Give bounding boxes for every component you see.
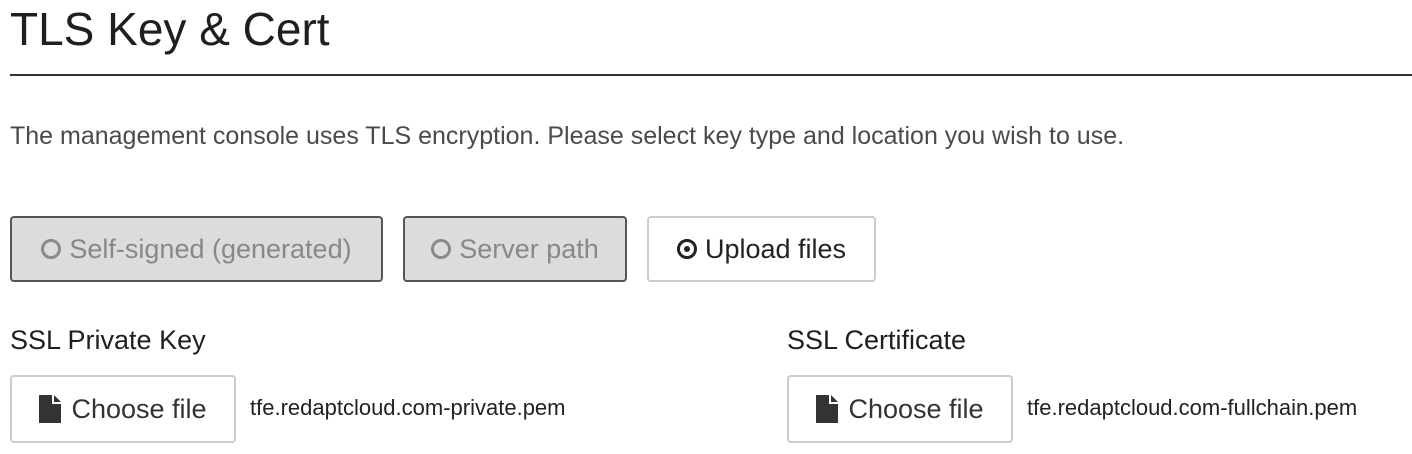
- page-title: TLS Key & Cert: [10, 3, 330, 55]
- certificate-choose-file-label: Choose file: [848, 393, 984, 424]
- file-icon: [39, 395, 62, 423]
- private-key-label: SSL Private Key: [10, 325, 206, 355]
- file-icon: [816, 395, 839, 423]
- option-server-path[interactable]: Server path: [403, 216, 627, 282]
- option-upload-files[interactable]: Upload files: [647, 216, 876, 282]
- private-key-choose-file-label: Choose file: [71, 393, 207, 424]
- private-key-file-name: tfe.redaptcloud.com-private.pem: [250, 395, 566, 420]
- certificate-file-name: tfe.redaptcloud.com-fullchain.pem: [1027, 395, 1358, 420]
- certificate-choose-file-button[interactable]: Choose file: [787, 375, 1013, 443]
- certificate-label: SSL Certificate: [787, 325, 967, 355]
- tls-settings-page: TLS Key & Cert The management console us…: [0, 0, 1412, 454]
- radio-unchecked-icon: [41, 239, 62, 259]
- intro-text: The management console uses TLS encrypti…: [10, 122, 1125, 150]
- radio-checked-icon: [676, 239, 697, 259]
- title-divider: [10, 74, 1412, 76]
- private-key-choose-file-button[interactable]: Choose file: [10, 375, 236, 443]
- option-self-signed[interactable]: Self-signed (generated): [10, 216, 383, 282]
- option-upload-files-label: Upload files: [704, 233, 847, 264]
- option-self-signed-label: Self-signed (generated): [69, 233, 352, 264]
- option-server-path-label: Server path: [459, 233, 599, 264]
- radio-unchecked-icon: [431, 239, 452, 259]
